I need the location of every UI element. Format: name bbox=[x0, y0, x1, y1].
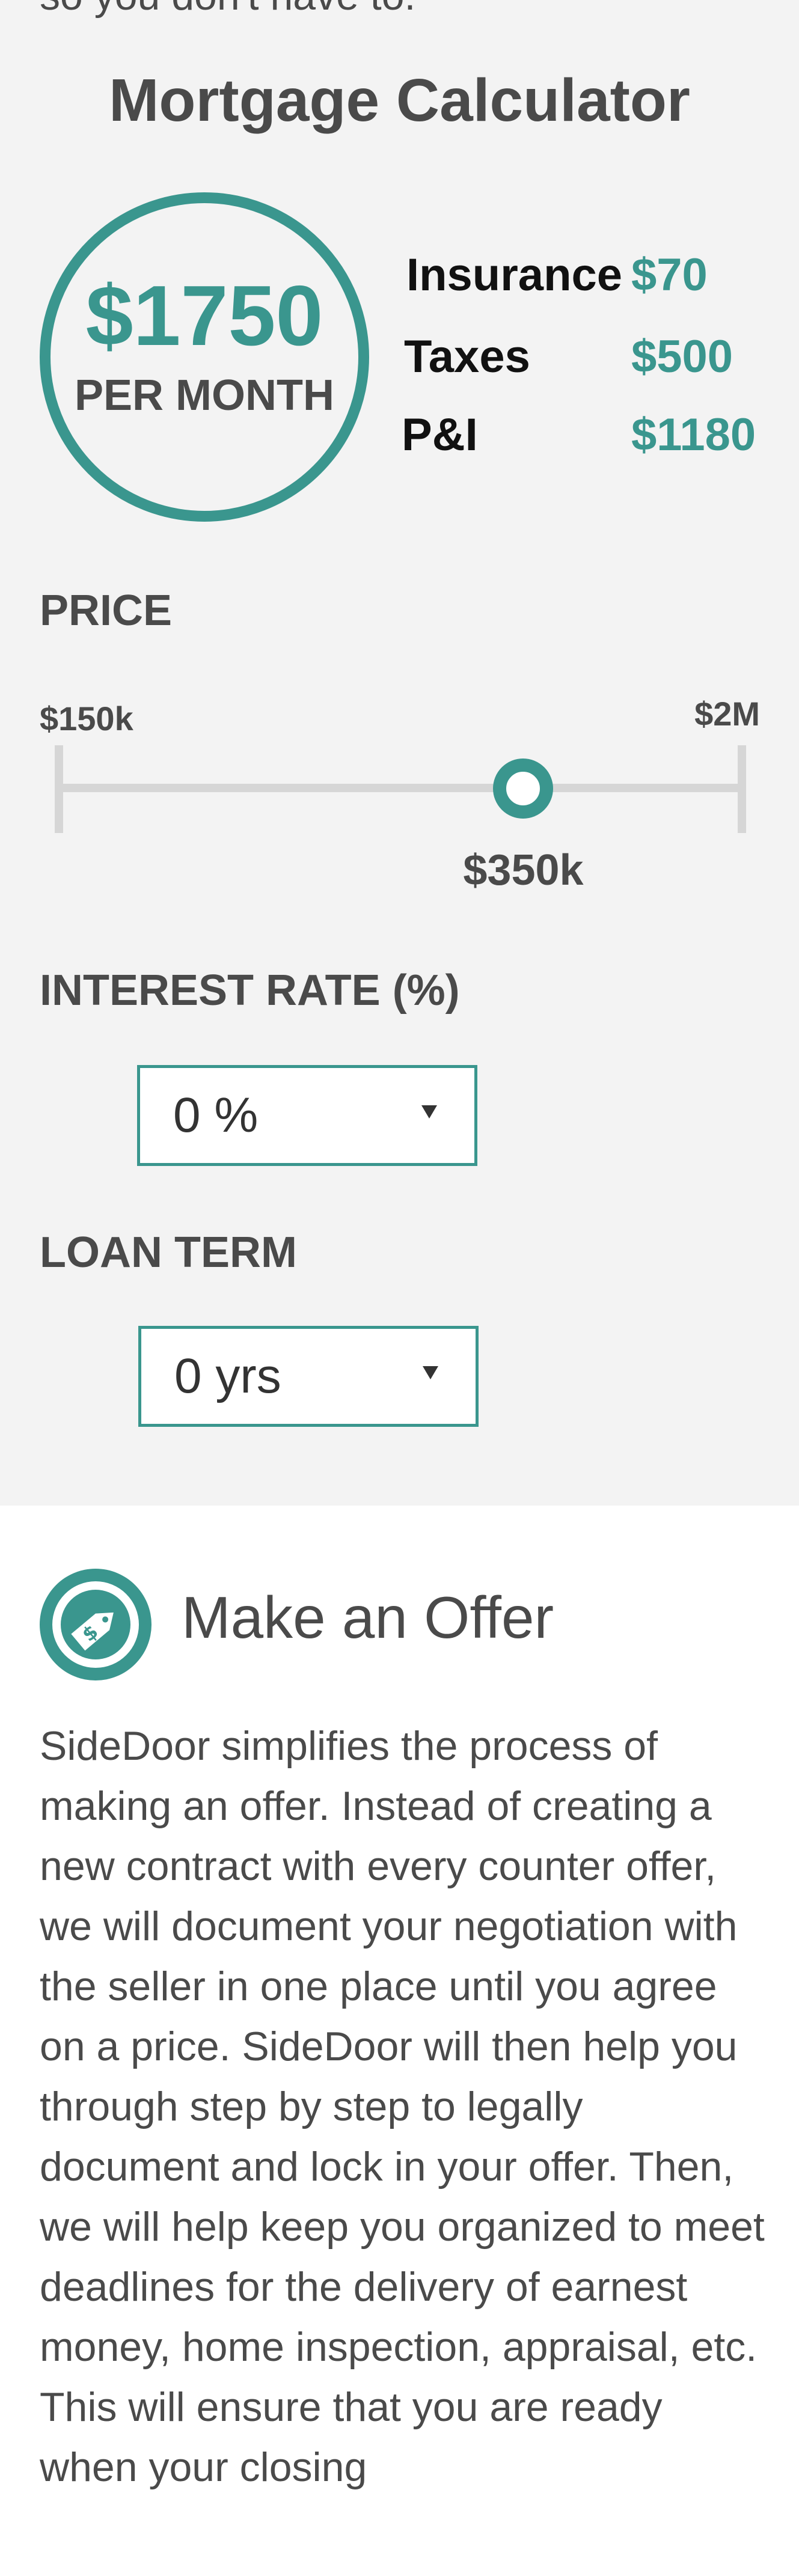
price-slider-value: $350k bbox=[463, 846, 584, 894]
monthly-payment-amount: $1750 bbox=[85, 268, 323, 364]
calculator-title: Mortgage Calculator bbox=[109, 67, 690, 134]
breakdown-label-taxes: Taxes bbox=[404, 331, 530, 382]
price-slider-track[interactable] bbox=[59, 784, 742, 792]
price-label: PRICE bbox=[40, 587, 173, 635]
loan-term-selected-value: 0 yrs bbox=[174, 1349, 281, 1403]
mortgage-calculator-section: so you don't have to. Mortgage Calculato… bbox=[0, 0, 799, 1506]
price-slider-end-cap bbox=[738, 745, 746, 833]
breakdown-label-insurance: Insurance bbox=[406, 249, 623, 301]
breakdown-value-pi: $1180 bbox=[631, 409, 756, 460]
loan-term-label: LOAN TERM bbox=[40, 1228, 297, 1277]
make-an-offer-description: SideDoor simplifies the process of makin… bbox=[40, 1723, 765, 2490]
make-an-offer-title: Make an Offer bbox=[182, 1584, 554, 1650]
price-slider-min-label: $150k bbox=[40, 700, 133, 737]
price-tag-icon: $ bbox=[40, 1569, 152, 1680]
interest-rate-label: INTEREST RATE (%) bbox=[40, 966, 460, 1015]
price-slider-thumb[interactable] bbox=[493, 758, 554, 819]
interest-rate-selected-value: 0 % bbox=[173, 1088, 259, 1143]
dropdown-arrow-icon bbox=[423, 1366, 438, 1379]
price-slider-max-label: $2M bbox=[694, 695, 760, 733]
breakdown-value-insurance: $70 bbox=[631, 249, 708, 301]
cut-off-text: so you don't have to. bbox=[40, 0, 415, 19]
interest-rate-select[interactable]: 0 % bbox=[137, 1065, 477, 1166]
loan-term-select[interactable]: 0 yrs bbox=[138, 1326, 479, 1427]
breakdown-value-taxes: $500 bbox=[631, 331, 733, 382]
monthly-payment-label: PER MONTH bbox=[75, 371, 334, 420]
breakdown-label-pi: P&I bbox=[402, 409, 478, 460]
dropdown-arrow-icon bbox=[421, 1105, 437, 1119]
